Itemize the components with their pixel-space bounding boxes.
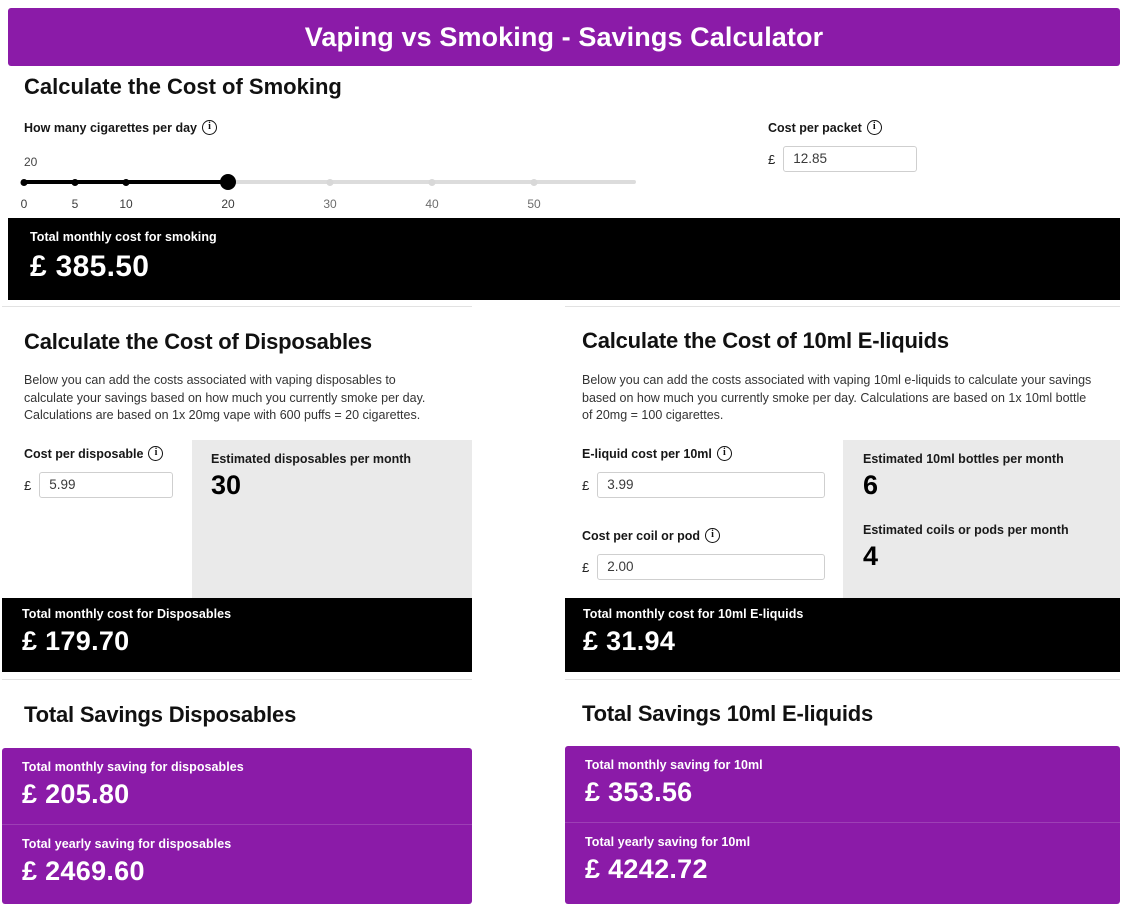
cost-per-packet-label: Cost per packet — [768, 120, 917, 135]
slider-tick-dot[interactable] — [122, 178, 130, 186]
info-circle-icon[interactable] — [866, 120, 882, 135]
disposables-savings-box: Total monthly saving for disposables £ 2… — [2, 748, 472, 904]
info-circle-icon[interactable] — [148, 446, 164, 461]
eliquids-savings-separator — [565, 679, 1120, 680]
cost-per-disposable-input[interactable] — [39, 472, 174, 498]
slider-tick-label: 40 — [425, 197, 439, 211]
currency-symbol: £ — [24, 477, 32, 493]
smoking-total-label: Total monthly cost for smoking — [30, 230, 217, 244]
disposables-section-heading: Calculate the Cost of Disposables — [24, 329, 372, 354]
slider-tick-dot[interactable] — [20, 178, 28, 186]
slider-tick-label: 5 — [71, 197, 79, 211]
slider-tick-dot[interactable] — [428, 178, 436, 186]
cigarettes-per-day-block: How many cigarettes per day 20 0 5 10 20 30 4… — [20, 120, 636, 215]
calculator-page: Vaping vs Smoking - Savings Calculator C… — [0, 0, 1128, 912]
eliquids-section-heading: Calculate the Cost of 10ml E-liquids — [582, 328, 949, 353]
eliquid-cost-block: E-liquid cost per 10ml £ — [582, 446, 826, 498]
eliquids-bottles-estimate-value: 6 — [863, 470, 879, 500]
disposables-description: Below you can add the costs associated w… — [24, 373, 426, 422]
coil-cost-row: £ — [582, 554, 826, 580]
eliquids-monthly-saving-amount: £ 353.56 — [585, 777, 693, 807]
slider-tick-label: 50 — [527, 197, 541, 211]
cost-per-packet-block: Cost per packet £ — [768, 120, 918, 172]
cost-per-disposable-label: Cost per disposable — [24, 446, 173, 461]
eliquids-savings-heading: Total Savings 10ml E-liquids — [582, 701, 874, 726]
page-title: Vaping vs Smoking - Savings Calculator — [304, 21, 824, 52]
eliquids-monthly-saving-row: Total monthly saving for 10ml £ 353.56 — [565, 746, 1120, 822]
eliquid-cost-label: E-liquid cost per 10ml — [582, 446, 825, 461]
eliquids-yearly-saving-label: Total yearly saving for 10ml — [585, 835, 751, 849]
disposables-savings-separator — [2, 679, 472, 680]
app-title-bar: Vaping vs Smoking - Savings Calculator — [8, 8, 1120, 66]
eliquids-coils-estimate-label: Estimated coils or pods per month — [863, 523, 1069, 537]
disposables-monthly-saving-amount: £ 205.80 — [22, 779, 130, 809]
eliquid-cost-input[interactable] — [597, 472, 826, 498]
eliquids-description: Below you can add the costs associated w… — [582, 373, 1092, 422]
cigarettes-slider[interactable] — [20, 174, 636, 190]
eliquids-total-bar: Total monthly cost for 10ml E-liquids £ … — [565, 598, 1120, 672]
disposables-total-bar: Total monthly cost for Disposables £ 179… — [2, 598, 472, 672]
disposables-estimate-value: 30 — [211, 470, 242, 500]
slider-tick-label: 30 — [323, 197, 337, 211]
cigarettes-per-day-label-text: How many cigarettes per day — [24, 120, 197, 135]
smoking-total-bar: Total monthly cost for smoking £ 385.50 — [8, 218, 1120, 300]
eliquids-bottles-estimate-label: Estimated 10ml bottles per month — [863, 452, 1064, 466]
cost-per-disposable-block: Cost per disposable £ — [24, 446, 174, 498]
disposables-estimate-panel: Estimated disposables per month 30 — [192, 440, 472, 598]
currency-symbol: £ — [768, 151, 776, 167]
eliquids-estimate-panel: Estimated 10ml bottles per month 6 Estim… — [843, 440, 1120, 598]
coil-cost-label-text: Cost per coil or pod — [582, 528, 701, 543]
slider-tick-dot[interactable] — [71, 178, 79, 186]
cost-per-packet-input[interactable] — [783, 146, 918, 172]
eliquids-total-label: Total monthly cost for 10ml E-liquids — [583, 607, 804, 621]
cost-per-disposable-row: £ — [24, 472, 174, 498]
eliquids-savings-box: Total monthly saving for 10ml £ 353.56 T… — [565, 746, 1120, 904]
eliquids-coils-estimate-value: 4 — [863, 541, 879, 571]
eliquid-cost-row: £ — [582, 472, 826, 498]
eliquids-monthly-saving-label: Total monthly saving for 10ml — [585, 758, 763, 772]
disposables-total-amount: £ 179.70 — [22, 626, 130, 656]
cost-per-disposable-label-text: Cost per disposable — [24, 446, 144, 461]
disposables-yearly-saving-amount: £ 2469.60 — [22, 856, 145, 886]
slider-tick-label: 10 — [119, 197, 133, 211]
slider-tick-labels: 0 5 10 20 30 40 50 — [20, 197, 636, 215]
slider-tick-label: 20 — [221, 197, 235, 211]
disposables-savings-heading: Total Savings Disposables — [24, 702, 297, 727]
eliquids-yearly-saving-row: Total yearly saving for 10ml £ 4242.72 — [565, 822, 1120, 899]
info-circle-icon[interactable] — [716, 446, 732, 461]
currency-symbol: £ — [582, 559, 590, 575]
right-column-separator — [565, 306, 1120, 307]
left-column-separator — [2, 306, 472, 307]
cigarettes-per-day-label: How many cigarettes per day — [24, 120, 636, 135]
eliquids-total-amount: £ 31.94 — [583, 626, 676, 656]
cost-per-packet-row: £ — [768, 146, 918, 172]
slider-current-value: 20 — [24, 155, 38, 169]
info-circle-icon[interactable] — [201, 120, 217, 135]
currency-symbol: £ — [582, 477, 590, 493]
slider-tick-label: 0 — [20, 197, 28, 211]
disposables-estimate-label: Estimated disposables per month — [211, 452, 412, 466]
disposables-total-label: Total monthly cost for Disposables — [22, 607, 232, 621]
disposables-yearly-saving-label: Total yearly saving for disposables — [22, 837, 232, 851]
smoking-total-amount: £ 385.50 — [30, 250, 150, 283]
eliquids-yearly-saving-amount: £ 4242.72 — [585, 854, 708, 884]
slider-tick-dot[interactable] — [530, 178, 538, 186]
disposables-yearly-saving-row: Total yearly saving for disposables £ 24… — [2, 824, 472, 901]
coil-cost-label: Cost per coil or pod — [582, 528, 825, 543]
cost-per-packet-label-text: Cost per packet — [768, 120, 862, 135]
coil-cost-block: Cost per coil or pod £ — [582, 528, 826, 580]
slider-thumb[interactable] — [220, 174, 236, 190]
eliquid-cost-label-text: E-liquid cost per 10ml — [582, 446, 712, 461]
slider-tick-dot[interactable] — [326, 178, 334, 186]
coil-cost-input[interactable] — [597, 554, 826, 580]
disposables-monthly-saving-row: Total monthly saving for disposables £ 2… — [2, 748, 472, 824]
disposables-monthly-saving-label: Total monthly saving for disposables — [22, 760, 244, 774]
info-circle-icon[interactable] — [705, 528, 721, 543]
smoking-section-heading: Calculate the Cost of Smoking — [24, 74, 342, 99]
